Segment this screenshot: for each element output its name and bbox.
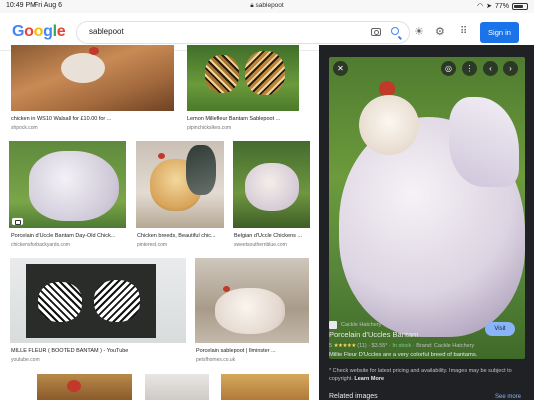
product-title[interactable]: Porcelain d'Uccles Bantam [329, 330, 418, 339]
seller-name: Cackle Hatchery [341, 322, 382, 328]
result-image[interactable] [195, 258, 309, 343]
learn-more-link[interactable]: Learn More [354, 376, 384, 382]
sign-in-button[interactable]: Sign in [480, 22, 519, 43]
result-source: youtube.com [11, 357, 40, 363]
result-source: sweetsouthernblue.com [234, 242, 287, 248]
result-caption[interactable]: Porcelain sablepoot | Ilminster ... [196, 348, 309, 354]
seller-favicon-icon [329, 321, 337, 329]
brand: Brand: Cackle Hatchery [416, 343, 475, 349]
result-caption[interactable]: Chicken breeds, Beautiful chic... [137, 233, 224, 239]
stock-status: In stock [392, 343, 412, 349]
search-query: sablepoot [89, 27, 124, 36]
result-source: pinterest.com [137, 242, 168, 248]
address-text: sablepoot [255, 2, 284, 9]
pricing-note: * Check website for latest pricing and a… [329, 368, 512, 382]
result-caption[interactable]: Porcelain d'Uccle Bantam Day-Old Chick..… [11, 233, 126, 239]
camera-icon[interactable] [371, 28, 381, 36]
result-caption[interactable]: chicken in WS10 Walsall for £10.00 for .… [11, 116, 174, 122]
result-image[interactable] [145, 374, 209, 400]
rating-row: 5 ★★★★★ (11) · $3.55* · In stock · Brand… [329, 343, 475, 349]
result-image[interactable] [187, 45, 299, 111]
chevron-right-icon[interactable]: › [503, 61, 518, 76]
seller-row[interactable]: Cackle Hatchery [329, 321, 381, 329]
more-options-icon[interactable]: ⋮ [462, 61, 477, 76]
result-source: pipinchickslkes.com [187, 125, 232, 131]
result-image[interactable] [10, 258, 186, 343]
result-source: chickensforbackyards.com [11, 242, 70, 248]
close-icon[interactable]: ✕ [333, 61, 348, 76]
see-more-link[interactable]: See more [495, 394, 521, 400]
preview-image[interactable] [329, 57, 525, 359]
chevron-left-icon[interactable]: ‹ [483, 61, 498, 76]
result-image[interactable] [11, 45, 174, 111]
result-caption[interactable]: Belgian d'Uccle Chickens ... [234, 233, 310, 239]
rating-value: 5 [329, 343, 333, 349]
result-source: shpock.com [11, 125, 38, 131]
star-icons: ★★★★★ [333, 343, 357, 349]
image-preview-panel: ✕ ◎ ⋮ ‹ › Cackle Hatchery Porcelain d'Uc… [319, 45, 534, 400]
location-icon: ➤ [486, 3, 492, 10]
result-caption[interactable]: Lemon Millefleur Bantam Sablepoot ... [187, 116, 299, 122]
address-bar[interactable]: 🔒︎ sablepoot [0, 2, 534, 10]
result-image[interactable] [136, 141, 224, 228]
lock-icon: 🔒︎ [250, 2, 254, 9]
battery-icon [512, 2, 528, 10]
result-image[interactable] [37, 374, 132, 400]
result-caption[interactable]: MILLE FLEUR ( BOOTED BANTAM ) - YouTube [11, 348, 187, 354]
google-logo[interactable]: Google [12, 23, 66, 41]
wifi-icon: ◠ [477, 3, 484, 10]
price: $3.55* [371, 343, 388, 349]
image-badge-icon [12, 218, 23, 225]
brightness-icon[interactable]: ☀ [414, 25, 424, 39]
result-image[interactable] [9, 141, 126, 228]
apps-grid-icon[interactable]: ⠿ [460, 25, 467, 39]
gear-icon[interactable]: ⚙ [435, 25, 445, 39]
related-images-heading: Related images [329, 393, 378, 400]
status-bar: 10:49 PM Fri Aug 6 🔒︎ sablepoot ◠ ➤ 77% [0, 0, 534, 13]
search-input[interactable]: sablepoot [76, 21, 410, 44]
result-image[interactable] [233, 141, 310, 228]
lens-icon[interactable]: ◎ [441, 61, 456, 76]
battery-percent: 77% [494, 2, 509, 10]
search-icon[interactable] [391, 27, 399, 35]
visit-button[interactable]: Visit [485, 322, 515, 336]
product-description: Millie Fleur D'Uccles are a very colorfu… [329, 352, 478, 358]
result-image[interactable] [221, 374, 309, 400]
result-source: petsfhomes.co.uk [196, 357, 236, 363]
review-count: (11) [357, 343, 367, 349]
